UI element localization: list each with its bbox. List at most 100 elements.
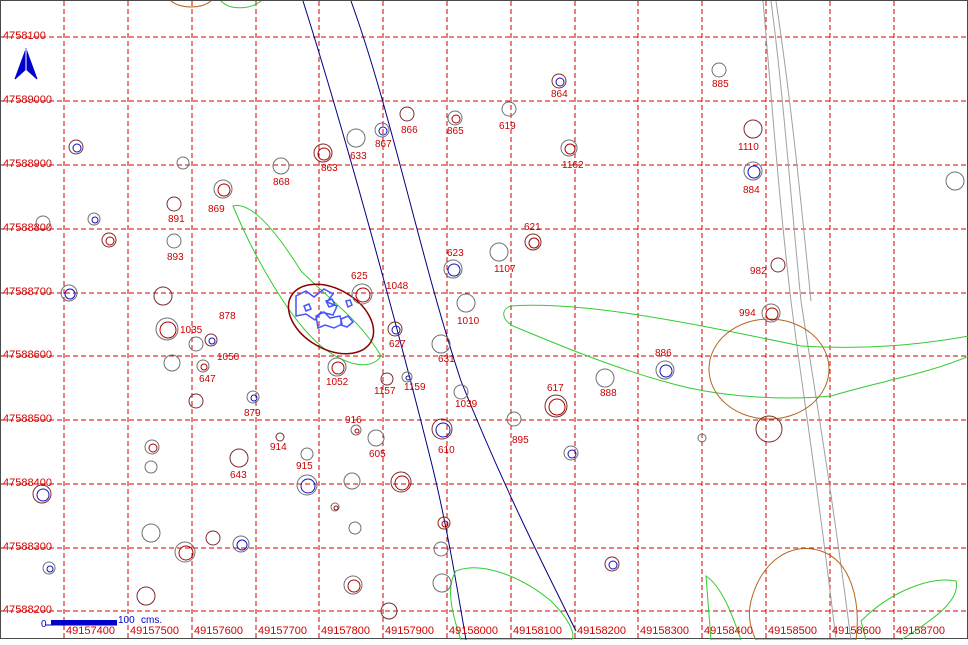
- posthole-outline: [166, 233, 182, 249]
- northing-label: 47588800: [3, 222, 52, 234]
- feature-label-1010: 1010: [457, 316, 480, 327]
- easting-label: 49157800: [321, 625, 370, 637]
- posthole-inner-outline: [64, 288, 76, 300]
- northing-label: 47588200: [3, 604, 52, 616]
- feature-label-625: 625: [351, 271, 368, 282]
- feature-label-886: 886: [655, 348, 672, 359]
- posthole-outline: [431, 334, 451, 354]
- posthole-outline: [431, 418, 453, 440]
- northing-label: 47588500: [3, 413, 52, 425]
- posthole-outline: [544, 394, 568, 418]
- posthole-outline: [711, 62, 727, 78]
- posthole-outline: [506, 411, 522, 427]
- posthole-inner-outline: [331, 361, 345, 375]
- map-canvas: 4758100 47589000 47588900 47588800 47588700 4…: [1, 0, 968, 641]
- posthole-outline: [296, 474, 318, 496]
- posthole-inner-outline: [72, 143, 82, 153]
- posthole-inner-outline: [105, 236, 115, 246]
- feature-label-1157: 1157: [374, 386, 396, 397]
- posthole-outline: [350, 424, 362, 436]
- posthole-inner-outline: [765, 307, 779, 321]
- feature-label-865: 865: [447, 126, 464, 137]
- feature-label-884: 884: [743, 185, 760, 196]
- northing-label: 47588600: [3, 349, 52, 361]
- posthole-outline: [166, 196, 182, 212]
- feature-label-627: 627: [389, 339, 406, 350]
- feature-label-1110: 1110: [738, 142, 759, 153]
- large-features: [170, 0, 858, 641]
- posthole-outline: [188, 336, 204, 352]
- posthole-outline: [174, 541, 196, 563]
- feature-label-885: 885: [712, 79, 729, 90]
- easting-label: 49157900: [385, 625, 434, 637]
- easting-labels: 49157400 49157500 49157600 49157700 49157800…: [66, 625, 945, 637]
- easting-label: 49158600: [832, 625, 881, 637]
- posthole-outline: [401, 371, 413, 383]
- easting-label: 49157500: [130, 625, 179, 637]
- posthole-inner-outline: [555, 77, 565, 87]
- posthole-outline: [176, 156, 190, 170]
- feature-label-915: 915: [296, 461, 313, 472]
- feature-label-888: 888: [600, 388, 617, 399]
- feature-label-647: 647: [199, 374, 216, 385]
- posthole-outline: [275, 432, 285, 442]
- posthole-outline: [327, 357, 347, 377]
- feature-label-895: 895: [512, 435, 529, 446]
- posthole-outline: [433, 541, 449, 557]
- posthole-outline: [456, 293, 476, 313]
- posthole-inner-outline: [148, 443, 158, 453]
- posthole-outline: [155, 317, 179, 341]
- northing-label: 47588300: [3, 541, 52, 553]
- posthole-inner-outline: [435, 422, 451, 438]
- site-plan-map[interactable]: 4758100 47589000 47588900 47588800 47588700 4…: [0, 0, 968, 641]
- feature-label-619: 619: [499, 121, 516, 132]
- coordinate-grid: [1, 1, 968, 640]
- feature-label-605: 605: [369, 449, 386, 460]
- posthole-outline: [743, 119, 763, 139]
- posthole-outline: [213, 179, 233, 199]
- posthole-inner-outline: [747, 165, 761, 179]
- feature-label-863: 863: [321, 163, 338, 174]
- posthole-inner-outline: [91, 216, 99, 224]
- posthole-outline: [153, 286, 173, 306]
- feature-label-994: 994: [739, 308, 756, 319]
- posthole-outline: [655, 360, 675, 380]
- easting-label: 49157600: [194, 625, 243, 637]
- posthole-outline: [300, 447, 314, 461]
- scale-end-label: 100: [118, 615, 135, 626]
- posthole-inner-outline: [159, 321, 177, 339]
- posthole-outline: [229, 448, 249, 468]
- feature-label-610: 610: [438, 445, 455, 456]
- feature-label-621: 621: [524, 222, 541, 233]
- posthole-inner-outline: [354, 428, 360, 434]
- feature-label-982: 982: [750, 266, 767, 277]
- posthole-outline: [188, 393, 204, 409]
- northing-label: 4758100: [3, 30, 46, 42]
- posthole-outline: [945, 171, 965, 191]
- posthole-outline: [163, 354, 181, 372]
- feature-label-633: 633: [350, 151, 367, 162]
- posthole-inner-outline: [528, 237, 540, 249]
- feature-label-1107: 1107: [494, 264, 516, 275]
- feature-label-1159: 1159: [404, 382, 426, 393]
- scale-zero-label: 0: [41, 619, 47, 630]
- posthole-outline: [136, 586, 156, 606]
- posthole-inner-outline: [548, 398, 566, 416]
- posthole-outline: [346, 128, 366, 148]
- northing-label: 47588400: [3, 477, 52, 489]
- posthole-inner-outline: [355, 287, 371, 303]
- posthole-outline: [489, 242, 509, 262]
- feature-label-891: 891: [168, 214, 185, 225]
- posthole-outline: [141, 523, 161, 543]
- posthole-inner-outline: [451, 114, 461, 124]
- feature-label-866: 866: [401, 125, 418, 136]
- feature-number-labels: 864 885 866 865 619 867 633 863 1162 1110 868 884 86…: [167, 79, 767, 481]
- easting-label: 49158400: [704, 625, 753, 637]
- posthole-outline: [770, 257, 786, 273]
- posthole-inner-outline: [300, 478, 316, 494]
- posthole-outline: [313, 143, 333, 163]
- easting-label: 49158500: [768, 625, 817, 637]
- posthole-inner-outline: [208, 337, 216, 345]
- easting-label: 49158700: [896, 625, 945, 637]
- feature-label-868: 868: [273, 177, 290, 188]
